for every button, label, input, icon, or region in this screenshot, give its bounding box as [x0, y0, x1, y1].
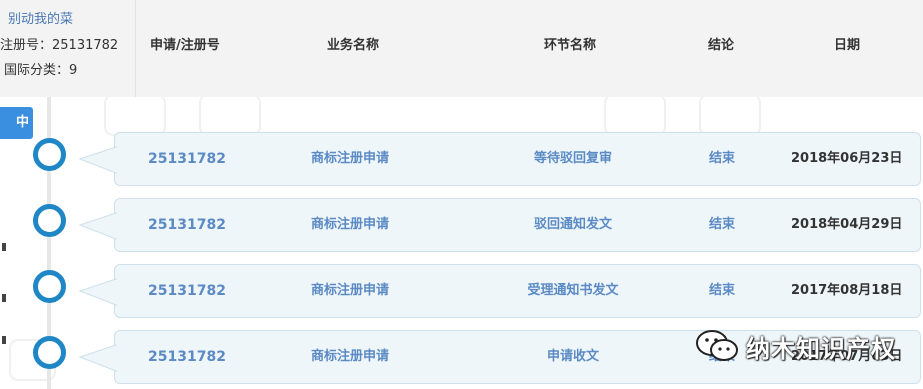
row-result: 结束: [709, 217, 736, 232]
table-row: 25131782 商标注册申请 驳回通知发文 结束 2018年04月29日: [114, 198, 921, 252]
row-step: 申请收文: [546, 349, 599, 364]
card-pointer: [78, 146, 118, 174]
card-pointer: [78, 278, 118, 306]
row-date: 2018年04月29日: [791, 217, 903, 232]
table-header: 申请/注册号 业务名称 环节名称 结论 日期: [136, 0, 923, 97]
row-number-link[interactable]: 25131782: [148, 331, 226, 385]
row-step: 等待驳回复审: [533, 151, 612, 166]
international-class: 国际分类：9: [4, 63, 78, 78]
brand-name-link[interactable]: 别动我的菜: [8, 8, 73, 27]
column-header-number: 申请/注册号: [150, 38, 220, 53]
timeline-node-icon: [33, 204, 66, 237]
column-header-business: 业务名称: [327, 38, 380, 53]
row-number-link[interactable]: 25131782: [148, 199, 226, 253]
wechat-icon: [696, 330, 738, 361]
row-step: 受理通知书发文: [527, 283, 619, 298]
side-tab[interactable]: 中: [0, 107, 33, 139]
card-pointer: [78, 344, 118, 372]
column-header-result: 结论: [708, 38, 735, 53]
table-row: 25131782 商标注册申请 受理通知书发文 结束 2017年08月18日: [114, 264, 921, 318]
row-date: 2017年08月18日: [791, 283, 903, 298]
timeline-node-icon: [33, 138, 66, 171]
table-row: 25131782 商标注册申请 等待驳回复审 结束 2018年06月23日: [114, 132, 921, 186]
timeline-node-icon: [33, 270, 66, 303]
row-number-link[interactable]: 25131782: [148, 265, 226, 319]
row-business: 商标注册申请: [311, 349, 390, 364]
trademark-info-panel: 别动我的菜 注册号：25131782 国际分类：9: [0, 0, 136, 97]
watermark: 纳木知识产权: [694, 328, 896, 364]
side-mark: [2, 294, 6, 302]
row-result: 结束: [709, 151, 736, 166]
card-pointer: [78, 212, 118, 240]
watermark-text: 纳木知识产权: [746, 334, 896, 363]
registration-number: 注册号：25131782: [0, 38, 119, 53]
row-business: 商标注册申请: [311, 217, 390, 232]
timeline-node-icon: [33, 336, 66, 369]
row-step: 驳回通知发文: [533, 217, 612, 232]
row-result: 结束: [709, 283, 736, 298]
row-business: 商标注册申请: [311, 283, 390, 298]
side-mark: [2, 243, 6, 251]
column-header-step: 环节名称: [544, 38, 597, 53]
side-mark: [2, 336, 6, 344]
row-business: 商标注册申请: [311, 151, 390, 166]
column-header-date: 日期: [834, 38, 861, 53]
row-date: 2018年06月23日: [791, 151, 903, 166]
row-number-link[interactable]: 25131782: [148, 133, 226, 187]
